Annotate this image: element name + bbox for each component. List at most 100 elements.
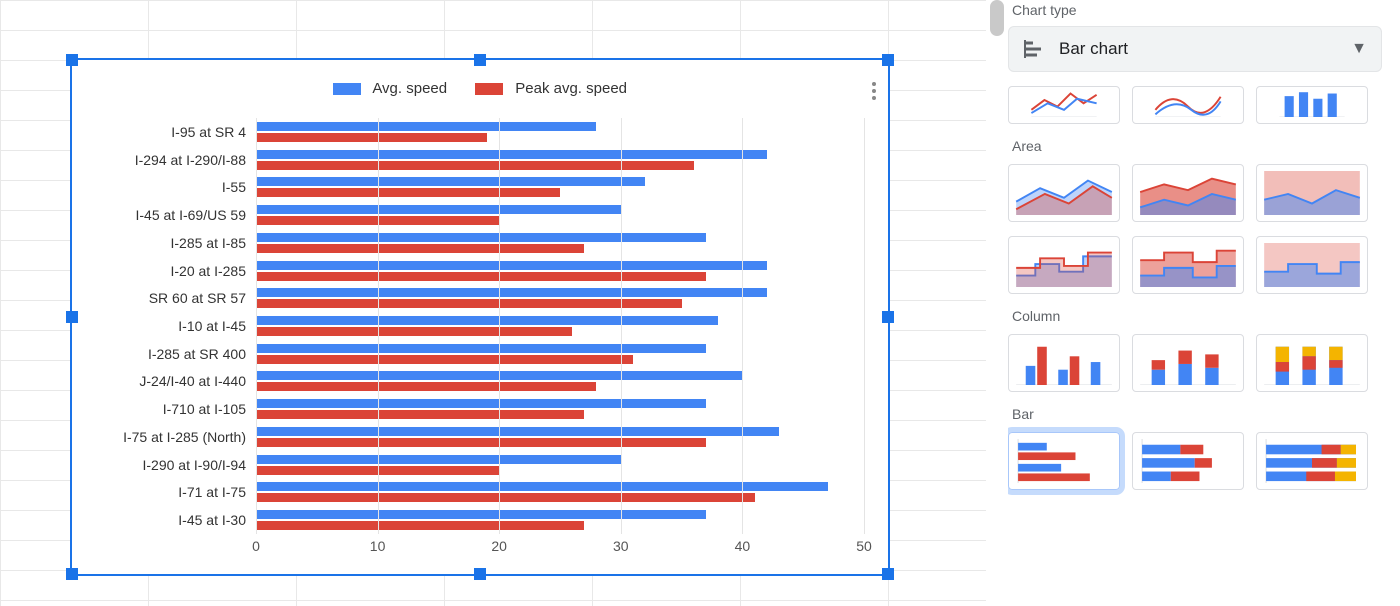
resize-handle-bottom-middle[interactable] bbox=[474, 568, 486, 580]
bar-avg-speed bbox=[256, 316, 718, 325]
bar-peak-avg-speed bbox=[256, 244, 584, 253]
resize-handle-bottom-right[interactable] bbox=[882, 568, 894, 580]
chart-y-axis: I-95 at SR 4I-294 at I-290/I-88I-55I-45 … bbox=[96, 118, 256, 534]
bar-row bbox=[256, 118, 864, 146]
chart-thumb-stacked-bar[interactable] bbox=[1132, 432, 1244, 490]
chart-gridline bbox=[499, 118, 500, 534]
scrollbar-thumb[interactable] bbox=[990, 0, 1004, 36]
resize-handle-top-right[interactable] bbox=[882, 54, 894, 66]
resize-handle-bottom-left[interactable] bbox=[66, 568, 78, 580]
chart-thumb-stacked-step-area[interactable] bbox=[1132, 236, 1244, 294]
bar-avg-speed bbox=[256, 455, 621, 464]
chart-thumb-bar[interactable] bbox=[1008, 432, 1120, 490]
chart-x-axis: 01020304050 bbox=[256, 538, 864, 562]
bar-row bbox=[256, 146, 864, 174]
bar-row bbox=[256, 479, 864, 507]
chart-thumb-column-mini[interactable] bbox=[1256, 86, 1368, 124]
bar-peak-avg-speed bbox=[256, 161, 694, 170]
chart-thumb-step-area[interactable] bbox=[1008, 236, 1120, 294]
x-axis-tick: 10 bbox=[370, 538, 386, 554]
chart-object[interactable]: Avg. speed Peak avg. speed I-95 at SR 4I… bbox=[70, 58, 890, 576]
resize-handle-top-left[interactable] bbox=[66, 54, 78, 66]
legend-swatch-avg bbox=[333, 83, 361, 95]
bar-peak-avg-speed bbox=[256, 382, 596, 391]
chart-thumb-100-step-area[interactable] bbox=[1256, 236, 1368, 294]
bar-row bbox=[256, 368, 864, 396]
chart-type-value: Bar chart bbox=[1059, 39, 1337, 59]
chart-thumb-column[interactable] bbox=[1008, 334, 1120, 392]
x-axis-tick: 40 bbox=[735, 538, 751, 554]
y-axis-label: I-10 at I-45 bbox=[96, 312, 256, 340]
resize-handle-middle-left[interactable] bbox=[66, 311, 78, 323]
bar-avg-speed bbox=[256, 261, 767, 270]
chart-options-button[interactable] bbox=[872, 82, 876, 100]
chart-thumb-line[interactable] bbox=[1008, 86, 1120, 124]
chart-gridline bbox=[378, 118, 379, 534]
bar-peak-avg-speed bbox=[256, 355, 633, 364]
chart-plot-area: I-95 at SR 4I-294 at I-290/I-88I-55I-45 … bbox=[96, 118, 864, 534]
y-axis-label: I-45 at I-30 bbox=[96, 506, 256, 534]
y-axis-label: I-75 at I-285 (North) bbox=[96, 423, 256, 451]
bar-row bbox=[256, 312, 864, 340]
bar-avg-speed bbox=[256, 205, 621, 214]
chart-thumb-100-bar[interactable] bbox=[1256, 432, 1368, 490]
x-axis-tick: 50 bbox=[856, 538, 872, 554]
app-root: Avg. speed Peak avg. speed I-95 at SR 4I… bbox=[0, 0, 1400, 606]
legend-entry: Peak avg. speed bbox=[475, 80, 627, 97]
bar-peak-avg-speed bbox=[256, 188, 560, 197]
bar-row bbox=[256, 506, 864, 534]
chart-editor-panel: Chart type Bar chart ▼ bbox=[1006, 0, 1400, 606]
bar-row bbox=[256, 201, 864, 229]
legend-entry: Avg. speed bbox=[333, 80, 447, 97]
chart-gridline bbox=[621, 118, 622, 534]
y-axis-label: I-294 at I-290/I-88 bbox=[96, 146, 256, 174]
y-axis-label: J-24/I-40 at I-440 bbox=[96, 368, 256, 396]
resize-handle-middle-right[interactable] bbox=[882, 311, 894, 323]
legend-label-a: Avg. speed bbox=[372, 80, 447, 97]
chart-thumb-stacked-area[interactable] bbox=[1132, 164, 1244, 222]
bar-avg-speed bbox=[256, 150, 767, 159]
chart-thumb-100-column[interactable] bbox=[1256, 334, 1368, 392]
chart-bars-area bbox=[256, 118, 864, 534]
chart-type-label: Chart type bbox=[1012, 2, 1382, 18]
bar-peak-avg-speed bbox=[256, 133, 487, 142]
bar-row bbox=[256, 229, 864, 257]
chart-thumb-stacked-column[interactable] bbox=[1132, 334, 1244, 392]
y-axis-label: I-71 at I-75 bbox=[96, 479, 256, 507]
vertical-scrollbar[interactable] bbox=[986, 0, 1006, 606]
chart-thumb-100-area[interactable] bbox=[1256, 164, 1368, 222]
bar-row bbox=[256, 340, 864, 368]
y-axis-label: I-20 at I-285 bbox=[96, 257, 256, 285]
section-area-label: Area bbox=[1012, 138, 1382, 154]
chart-type-gallery[interactable]: Area bbox=[1008, 86, 1382, 586]
chart-gridline bbox=[256, 118, 257, 534]
bar-avg-speed bbox=[256, 427, 779, 436]
bar-avg-speed bbox=[256, 399, 706, 408]
bar-avg-speed bbox=[256, 122, 596, 131]
chart-thumb-smooth-line[interactable] bbox=[1132, 86, 1244, 124]
bar-row bbox=[256, 173, 864, 201]
bar-avg-speed bbox=[256, 177, 645, 186]
chart-gridline bbox=[742, 118, 743, 534]
chart-gridline bbox=[864, 118, 865, 534]
bar-peak-avg-speed bbox=[256, 327, 572, 336]
bar-avg-speed bbox=[256, 288, 767, 297]
resize-handle-top-middle[interactable] bbox=[474, 54, 486, 66]
chevron-down-icon: ▼ bbox=[1351, 40, 1367, 58]
chart-type-select[interactable]: Bar chart ▼ bbox=[1008, 26, 1382, 72]
x-axis-tick: 30 bbox=[613, 538, 629, 554]
bar-peak-avg-speed bbox=[256, 272, 706, 281]
y-axis-label: I-45 at I-69/US 59 bbox=[96, 201, 256, 229]
chart-thumb-area[interactable] bbox=[1008, 164, 1120, 222]
bar-row bbox=[256, 284, 864, 312]
y-axis-label: SR 60 at SR 57 bbox=[96, 284, 256, 312]
legend-swatch-peak bbox=[475, 83, 503, 95]
bar-row bbox=[256, 451, 864, 479]
bar-peak-avg-speed bbox=[256, 521, 584, 530]
bar-peak-avg-speed bbox=[256, 438, 706, 447]
section-column-label: Column bbox=[1012, 308, 1382, 324]
bar-avg-speed bbox=[256, 233, 706, 242]
spreadsheet-area[interactable]: Avg. speed Peak avg. speed I-95 at SR 4I… bbox=[0, 0, 986, 606]
bar-avg-speed bbox=[256, 510, 706, 519]
y-axis-label: I-710 at I-105 bbox=[96, 395, 256, 423]
